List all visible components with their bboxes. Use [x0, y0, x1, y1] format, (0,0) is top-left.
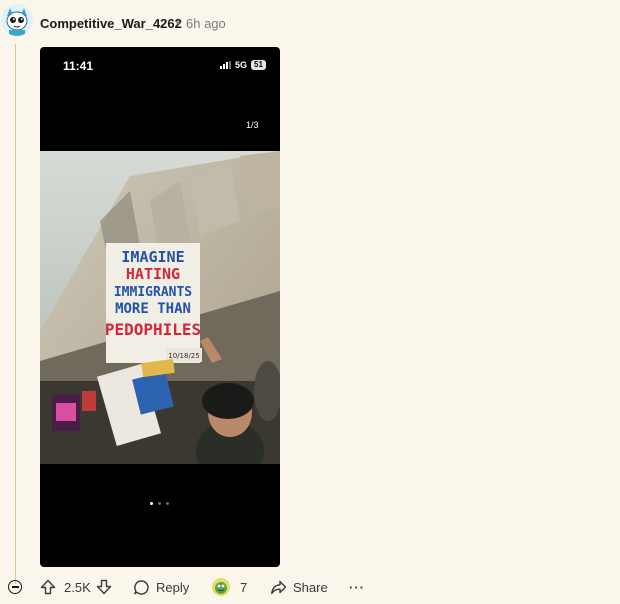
downvote-icon — [96, 579, 112, 595]
protest-photo: IMAGINE HATING IMMIGRANTS MORE THAN PEDO… — [40, 151, 280, 464]
pagination-dot-active[interactable] — [150, 502, 153, 505]
reply-label: Reply — [156, 579, 190, 595]
signal-icon — [220, 61, 231, 69]
more-options-button[interactable]: ··· — [349, 574, 365, 600]
sign-line-5: PEDOPHILES — [105, 320, 201, 339]
image-gallery[interactable]: 11:41 5G 51 1/3 IMAGINE HATING IMMIGRANT… — [40, 47, 280, 567]
phone-status-icons: 5G 51 — [220, 60, 266, 70]
gallery-counter: 1/3 — [246, 120, 259, 130]
reply-button[interactable]: Reply — [133, 574, 189, 600]
reply-icon — [134, 579, 149, 595]
collapse-button[interactable] — [6, 574, 24, 600]
sign-line-1: IMAGINE — [121, 248, 184, 266]
award-button[interactable]: 7 — [211, 574, 247, 600]
phone-status-time: 11:41 — [63, 59, 94, 73]
share-label: Share — [293, 579, 328, 595]
award-icon — [212, 578, 230, 596]
sign-line-4: MORE THAN — [115, 301, 191, 317]
comment-header: Competitive_War_4262 • 6h ago — [0, 2, 620, 42]
upvote-icon — [40, 579, 56, 595]
collapse-icon — [8, 580, 22, 594]
downvote-button[interactable] — [95, 574, 113, 600]
network-label: 5G — [235, 60, 248, 70]
vote-score: 2.5K — [64, 579, 91, 595]
avatar[interactable] — [1, 4, 33, 36]
share-button[interactable]: Share — [270, 574, 328, 600]
gallery-pagination[interactable] — [150, 502, 169, 505]
pagination-dot[interactable] — [166, 502, 169, 505]
sign-date: 10/18/25 — [168, 352, 199, 360]
comment-actions: 2.5K Reply 7 Share ··· — [0, 574, 620, 600]
upvote-button[interactable] — [39, 574, 57, 600]
timestamp[interactable]: 6h ago — [186, 16, 226, 31]
separator-dot: • — [176, 16, 181, 30]
pagination-dot[interactable] — [158, 502, 161, 505]
thread-line[interactable] — [15, 44, 16, 584]
battery-icon: 51 — [251, 60, 266, 70]
sign-line-2: HATING — [126, 265, 180, 283]
sign-line-3: IMMIGRANTS — [114, 285, 192, 300]
share-icon — [271, 580, 287, 594]
username[interactable]: Competitive_War_4262 — [40, 16, 182, 31]
award-count: 7 — [240, 579, 248, 595]
